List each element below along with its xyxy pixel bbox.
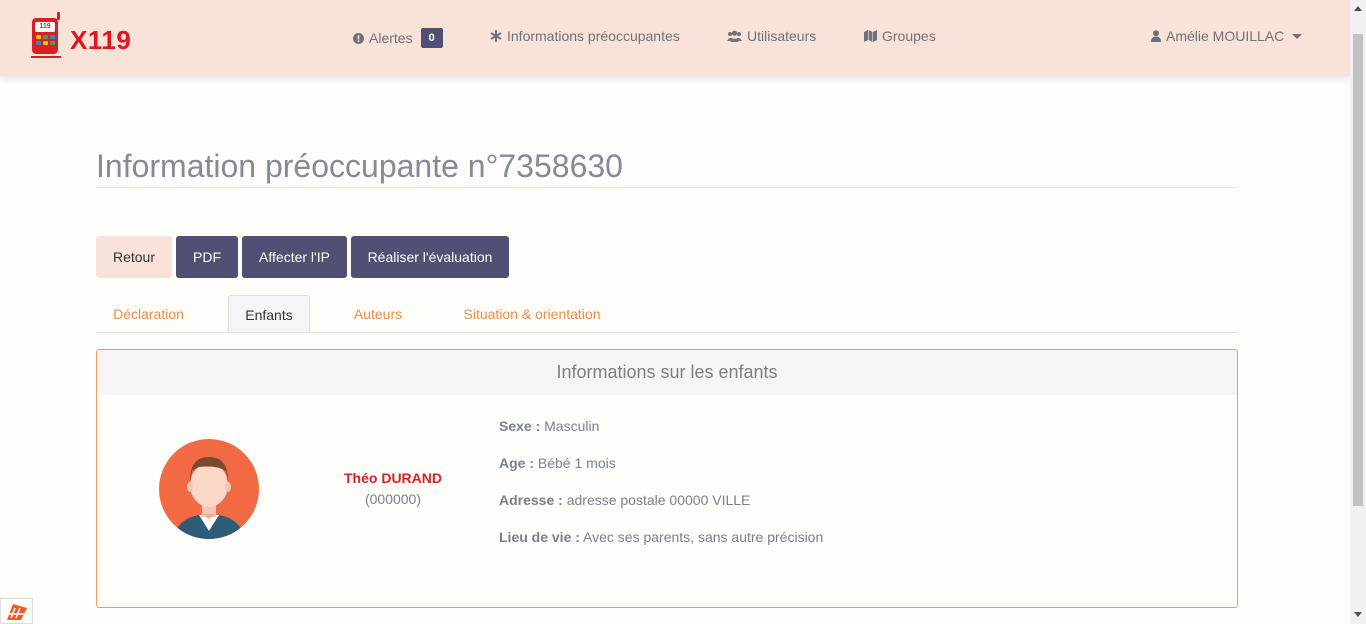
living-value: Avec ses parents, sans autre précision [583, 529, 824, 545]
x119-logo-icon: 119 [30, 12, 62, 60]
address-value: adresse postale 00000 VILLE [566, 492, 751, 508]
brand-name: X119 [70, 24, 132, 55]
map-icon [864, 30, 877, 42]
chevron-down-icon [1292, 33, 1303, 39]
evaluate-button[interactable]: Réaliser l'évaluation [351, 236, 509, 278]
users-icon [727, 30, 742, 42]
scroll-down-arrow-icon[interactable] [1354, 612, 1362, 617]
page-title: Information préoccupante n°7358630 [96, 148, 623, 184]
alerts-count-badge: 0 [420, 28, 443, 48]
detail-living: Lieu de vie : Avec ses parents, sans aut… [499, 529, 823, 545]
pdf-button[interactable]: PDF [176, 236, 238, 278]
child-avatar-icon [159, 439, 259, 539]
top-navbar: 119 X119 Alertes 0 Informations préoccup… [0, 0, 1350, 76]
address-label: Adresse : [499, 492, 563, 508]
nav-users-label: Utilisateurs [747, 28, 817, 44]
child-id: (000000) [364, 491, 422, 507]
corner-widget-button[interactable] [0, 598, 33, 624]
child-name: Théo DURAND [344, 470, 442, 486]
assign-ip-button[interactable]: Affecter l'IP [242, 236, 347, 278]
living-label: Lieu de vie : [499, 529, 580, 545]
user-icon [1151, 30, 1161, 42]
age-label: Age : [499, 455, 534, 471]
detail-sex: Sexe : Masculin [499, 418, 599, 434]
nav-ip-label: Informations préoccupantes [507, 28, 680, 44]
nav-alerts-label: Alertes [369, 30, 413, 46]
scroll-up-arrow-icon[interactable] [1354, 6, 1362, 11]
detail-age: Age : Bébé 1 mois [499, 455, 616, 471]
tabs-divider [96, 332, 1238, 333]
asterisk-icon [490, 30, 502, 42]
page-scrollbar[interactable] [1350, 0, 1366, 624]
nav-groups-label: Groupes [882, 28, 936, 44]
user-name: Amélie MOUILLAC [1166, 28, 1285, 44]
scrollbar-thumb[interactable] [1353, 34, 1363, 506]
nav-utilisateurs[interactable]: Utilisateurs [727, 28, 816, 44]
tab-auteurs[interactable]: Auteurs [340, 295, 416, 333]
tab-declaration[interactable]: Déclaration [96, 295, 201, 333]
user-menu-dropdown[interactable]: Amélie MOUILLAC [1151, 28, 1303, 44]
nav-informations-preoccupantes[interactable]: Informations préoccupantes [490, 28, 680, 44]
age-value: Bébé 1 mois [537, 455, 616, 471]
sex-label: Sexe : [499, 418, 541, 434]
sex-value: Masculin [544, 418, 600, 434]
tab-enfants[interactable]: Enfants [228, 295, 310, 333]
back-button[interactable]: Retour [96, 236, 172, 278]
panel-title: Informations sur les enfants [97, 350, 1237, 395]
nav-alerts[interactable]: Alertes 0 [353, 28, 443, 48]
nav-groupes[interactable]: Groupes [864, 28, 936, 44]
tab-situation-orientation[interactable]: Situation & orientation [452, 295, 612, 333]
detail-address: Adresse : adresse postale 00000 VILLE [499, 492, 750, 508]
widget-logo-icon [7, 604, 27, 620]
title-divider [96, 187, 1238, 188]
children-info-panel: Informations sur les enfants Théo DURAND… [96, 349, 1238, 608]
brand-home-link[interactable]: 119 X119 [30, 12, 131, 60]
exclamation-circle-icon [353, 32, 364, 44]
